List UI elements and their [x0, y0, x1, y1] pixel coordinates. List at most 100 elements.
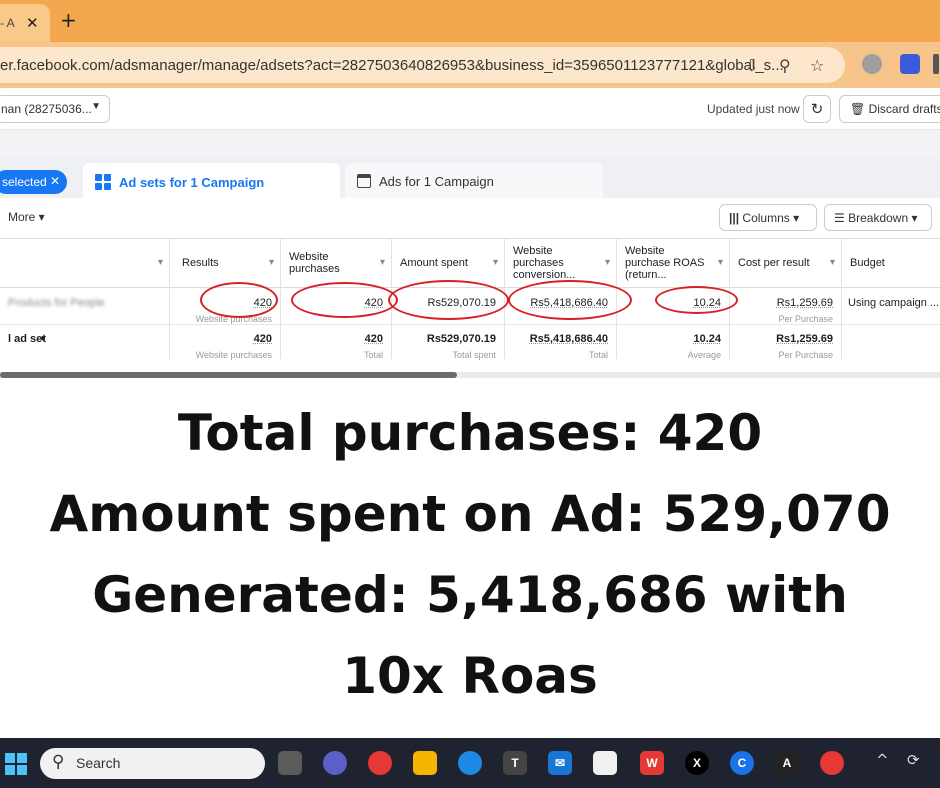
cost-per-result-header-label: Cost per result: [738, 257, 810, 269]
refresh-icon: ↻: [810, 100, 824, 118]
mail-icon[interactable]: ✉: [548, 751, 572, 775]
total-spent-value: Rs529,070.19: [426, 333, 496, 345]
info-icon[interactable]: ●: [40, 333, 46, 344]
close-tab-icon[interactable]: ✕: [26, 14, 39, 32]
horizontal-scrollbar[interactable]: [0, 372, 940, 378]
total-purchases-value: 420: [364, 333, 383, 345]
discard-drafts-label: Discard drafts: [868, 102, 940, 116]
browser-tab-strip: - A ✕ +: [0, 0, 940, 42]
chevron-up-icon[interactable]: ^: [876, 751, 889, 769]
clear-selection-icon[interactable]: ✕: [50, 174, 60, 188]
roas-column-header[interactable]: Website purchase ROAS (return... ▾: [617, 239, 730, 288]
chrome-profile-icon[interactable]: [820, 751, 844, 775]
file-explorer-icon[interactable]: [413, 751, 437, 775]
sort-icon[interactable]: ▾: [380, 257, 385, 268]
columns-label: Columns: [742, 211, 790, 225]
windows-taskbar: ⚲ Search T ✉ W X C A ^ ⟳: [0, 738, 940, 788]
store-icon[interactable]: [593, 751, 617, 775]
windows-start-icon[interactable]: [5, 753, 27, 775]
refresh-button[interactable]: ↻: [803, 95, 831, 123]
budget-column-header[interactable]: Budget: [842, 239, 940, 288]
sort-icon[interactable]: ▾: [605, 257, 610, 268]
canva-icon[interactable]: C: [730, 751, 754, 775]
menu-dots-icon[interactable]: [933, 54, 939, 74]
selected-filter-pill[interactable]: selected ✕: [0, 170, 67, 194]
header-spacer: [0, 130, 940, 160]
extension-badge-icon[interactable]: [900, 54, 920, 74]
table-action-bar: More ▾ ||| Columns ▾ ☰ Breakdown ▾: [0, 198, 940, 238]
tab-ads[interactable]: Ads for 1 Campaign: [345, 163, 603, 198]
url-text[interactable]: er.facebook.com/adsmanager/manage/adsets…: [0, 57, 784, 74]
new-tab-icon[interactable]: +: [60, 8, 77, 32]
total-results-subtext: Website purchases: [195, 350, 272, 360]
total-spent-subtext: Total spent: [452, 350, 496, 360]
install-app-icon[interactable]: ⇩: [745, 56, 758, 75]
browser-tab-title: - A: [0, 16, 15, 30]
results-column-header[interactable]: Results ▾: [170, 239, 281, 288]
highlight-circle: [388, 280, 509, 320]
discard-drafts-button[interactable]: 🗑 Discard drafts: [839, 95, 940, 123]
highlight-circle: [508, 280, 632, 320]
budget-value: Using campaign ...: [848, 297, 940, 309]
wps-office-icon[interactable]: W: [640, 751, 664, 775]
address-bar[interactable]: er.facebook.com/adsmanager/manage/adsets…: [0, 47, 845, 83]
trash-icon: 🗑: [850, 102, 866, 116]
sort-icon[interactable]: ▾: [830, 257, 835, 268]
total-conversion-value: Rs5,418,686.40: [529, 333, 608, 345]
purchases-column-header[interactable]: Website purchases ▾: [281, 239, 392, 288]
cost-per-result-subtext: Per Purchase: [778, 314, 833, 324]
adobe-icon[interactable]: A: [775, 751, 799, 775]
budget-cell: Using campaign ...: [842, 289, 940, 325]
breakdown-icon: ☰: [834, 211, 845, 225]
bookmark-star-icon[interactable]: ☆: [810, 56, 824, 75]
selected-pill-label: selected: [2, 175, 47, 189]
results-header-label: Results: [182, 257, 219, 269]
task-view-icon[interactable]: [278, 751, 302, 775]
grid-icon: [95, 174, 111, 190]
chat-icon[interactable]: [323, 751, 347, 775]
more-menu-button[interactable]: More ▾: [8, 210, 45, 224]
total-purchases-subtext: Total: [363, 350, 383, 360]
extension-check-icon[interactable]: [862, 54, 882, 74]
roas-header-label: Website purchase ROAS (return...: [625, 245, 705, 281]
taskbar-search-box[interactable]: ⚲ Search: [40, 748, 265, 779]
chrome-icon[interactable]: [368, 751, 392, 775]
summary-caption: Total purchases: 420 Amount spent on Ad:…: [0, 393, 940, 717]
ad-set-name-link[interactable]: Products for People: [8, 297, 105, 309]
tab-ad-sets[interactable]: Ad sets for 1 Campaign: [83, 163, 340, 198]
breakdown-button[interactable]: ☰ Breakdown ▾: [824, 204, 932, 231]
sync-icon[interactable]: ⟳: [907, 751, 920, 769]
sort-icon[interactable]: ▾: [493, 257, 498, 268]
average-roas-value: 10.24: [693, 333, 721, 345]
ads-manager-header: nan (28275036... ▼ Updated just now ↻ 🗑 …: [0, 88, 940, 130]
x-app-icon[interactable]: X: [685, 751, 709, 775]
browser-tab[interactable]: - A ✕: [0, 4, 50, 42]
terminal-icon[interactable]: T: [503, 751, 527, 775]
sort-icon[interactable]: ▾: [158, 257, 163, 268]
highlight-circle: [655, 286, 738, 314]
highlight-circle: [200, 282, 278, 318]
name-column-header[interactable]: ▾: [0, 239, 170, 288]
level-tabs: selected ✕ Ad sets for 1 Campaign Ads fo…: [0, 158, 940, 198]
cost-per-result-column-header[interactable]: Cost per result ▾: [730, 239, 842, 288]
more-label: More: [8, 210, 36, 224]
total-spent-cell: Rs529,070.19 Total spent: [392, 325, 505, 360]
account-selector[interactable]: nan (28275036... ▼: [0, 95, 110, 123]
breakdown-label: Breakdown: [848, 211, 909, 225]
sort-icon[interactable]: ▾: [718, 257, 723, 268]
ad-document-icon: [357, 174, 371, 188]
table-row[interactable]: Products for People: [0, 289, 170, 325]
edge-icon[interactable]: [458, 751, 482, 775]
cost-per-result-value[interactable]: Rs1,259.69: [777, 297, 833, 309]
columns-button[interactable]: ||| Columns ▾: [719, 204, 817, 231]
scrollbar-thumb[interactable]: [0, 372, 457, 378]
tab-ads-label: Ads for 1 Campaign: [379, 174, 494, 189]
highlight-circle: [291, 282, 398, 318]
sort-icon[interactable]: ▾: [269, 257, 274, 268]
zoom-icon[interactable]: ⚲: [779, 56, 791, 75]
screenshot-root: - A ✕ + er.facebook.com/adsmanager/manag…: [0, 0, 940, 788]
total-results-cell: 420 Website purchases: [170, 325, 281, 360]
purchases-header-label: Website purchases: [289, 251, 340, 275]
tab-ad-sets-label: Ad sets for 1 Campaign: [119, 175, 265, 190]
chevron-down-icon: ▼: [91, 101, 101, 112]
